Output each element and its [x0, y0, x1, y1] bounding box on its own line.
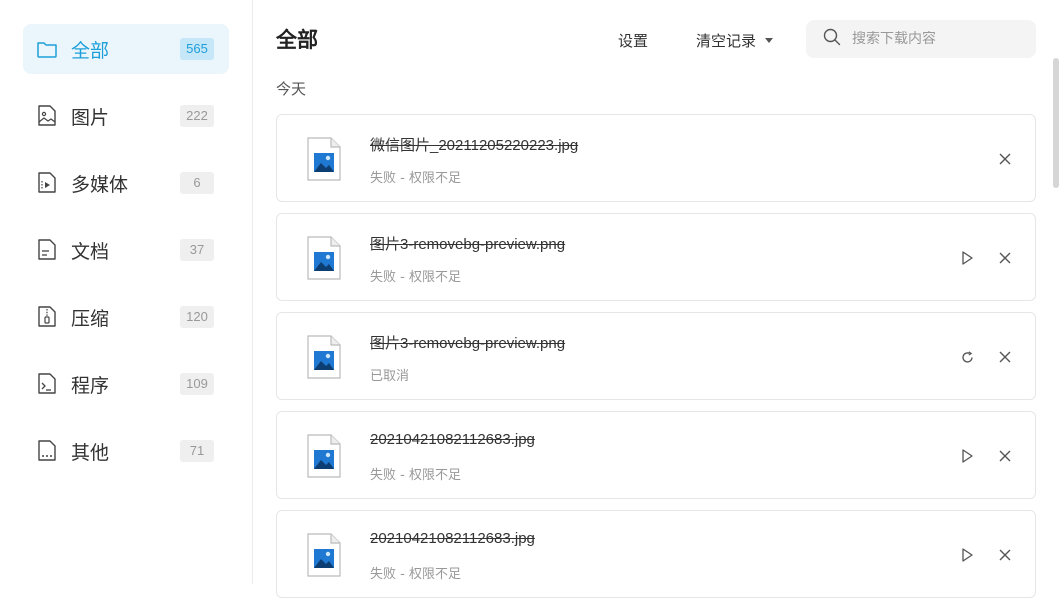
close-icon[interactable]: [995, 149, 1015, 169]
download-status: 失败 - 权限不足: [370, 567, 461, 582]
clear-history-dropdown[interactable]: 清空记录: [696, 30, 774, 51]
resume-icon[interactable]: [957, 248, 977, 268]
caret-down-icon: [765, 38, 774, 43]
download-list: 微信图片_20211205220223.jpg 失败 - 权限不足 图片3-re…: [276, 114, 1036, 607]
download-item[interactable]: 20210421082112683.jpg 失败 - 权限不足: [276, 510, 1036, 598]
sidebar-item-archives[interactable]: 压缩 120: [23, 292, 229, 342]
sidebar-item-images[interactable]: 图片 222: [23, 91, 229, 141]
close-icon[interactable]: [995, 347, 1015, 367]
sidebar-item-count: 565: [180, 38, 214, 60]
sidebar-item-count: 37: [180, 239, 214, 261]
sidebar-item-media[interactable]: 多媒体 6: [23, 158, 229, 208]
close-icon[interactable]: [995, 446, 1015, 466]
download-item[interactable]: 图片3-removebg-preview.png 已取消: [276, 312, 1036, 400]
sidebar-item-label: 其他: [71, 441, 110, 464]
download-item[interactable]: 微信图片_20211205220223.jpg 失败 - 权限不足: [276, 114, 1036, 202]
download-item[interactable]: 图片3-removebg-preview.png 失败 - 权限不足: [276, 213, 1036, 301]
image-file-icon: [307, 434, 341, 478]
download-item[interactable]: 20210421082112683.jpg 失败 - 权限不足: [276, 411, 1036, 499]
sidebar-item-label: 程序: [71, 374, 110, 397]
search-icon: [823, 28, 841, 50]
file-name[interactable]: 20210421082112683.jpg: [370, 530, 535, 547]
sidebar-item-count: 222: [180, 105, 214, 127]
search-input[interactable]: [852, 31, 1022, 47]
download-status: 失败 - 权限不足: [370, 270, 461, 285]
search-box[interactable]: [806, 20, 1036, 58]
clear-history-label: 清空记录: [696, 32, 757, 50]
sidebar-item-count: 6: [180, 172, 214, 194]
image-file-icon: [307, 533, 341, 577]
sidebar-item-count: 109: [180, 373, 214, 395]
folder-icon: [35, 37, 59, 61]
close-icon[interactable]: [995, 248, 1015, 268]
sidebar-item-label: 图片: [71, 106, 110, 129]
sidebar-item-label: 压缩: [71, 307, 110, 330]
scrollbar-thumb[interactable]: [1053, 58, 1059, 188]
file-name[interactable]: 图片3-removebg-preview.png: [370, 233, 565, 254]
download-status: 失败 - 权限不足: [370, 468, 461, 483]
file-name[interactable]: 图片3-removebg-preview.png: [370, 332, 565, 353]
sidebar-item-count: 120: [180, 306, 214, 328]
sidebar-item-all[interactable]: 全部 565: [23, 24, 229, 74]
close-icon[interactable]: [995, 545, 1015, 565]
retry-icon[interactable]: [957, 347, 977, 367]
resume-icon[interactable]: [957, 545, 977, 565]
video-icon: [35, 171, 59, 195]
sidebar-item-label: 文档: [71, 240, 110, 263]
sidebar-item-documents[interactable]: 文档 37: [23, 225, 229, 275]
archive-icon: [35, 305, 59, 329]
terminal-icon: [35, 372, 59, 396]
document-icon: [35, 238, 59, 262]
image-icon: [35, 104, 59, 128]
date-group-label: 今天: [276, 80, 307, 98]
page-title: 全部: [276, 28, 318, 52]
sidebar-item-other[interactable]: 其他 71: [23, 426, 229, 476]
file-name[interactable]: 微信图片_20211205220223.jpg: [370, 134, 578, 155]
sidebar-item-count: 71: [180, 440, 214, 462]
sidebar-item-label: 全部: [71, 39, 110, 62]
sidebar-item-label: 多媒体: [71, 173, 129, 196]
image-file-icon: [307, 236, 341, 280]
file-name[interactable]: 20210421082112683.jpg: [370, 431, 535, 448]
download-status: 已取消: [370, 369, 410, 384]
image-file-icon: [307, 335, 341, 379]
other-file-icon: [35, 439, 59, 463]
sidebar-item-programs[interactable]: 程序 109: [23, 359, 229, 409]
category-sidebar: 全部 565 图片 222 多媒体 6 文档 37 压缩 120 程序 109: [0, 0, 253, 584]
settings-button[interactable]: 设置: [618, 30, 648, 51]
download-status: 失败 - 权限不足: [370, 171, 461, 186]
image-file-icon: [307, 137, 341, 181]
resume-icon[interactable]: [957, 446, 977, 466]
